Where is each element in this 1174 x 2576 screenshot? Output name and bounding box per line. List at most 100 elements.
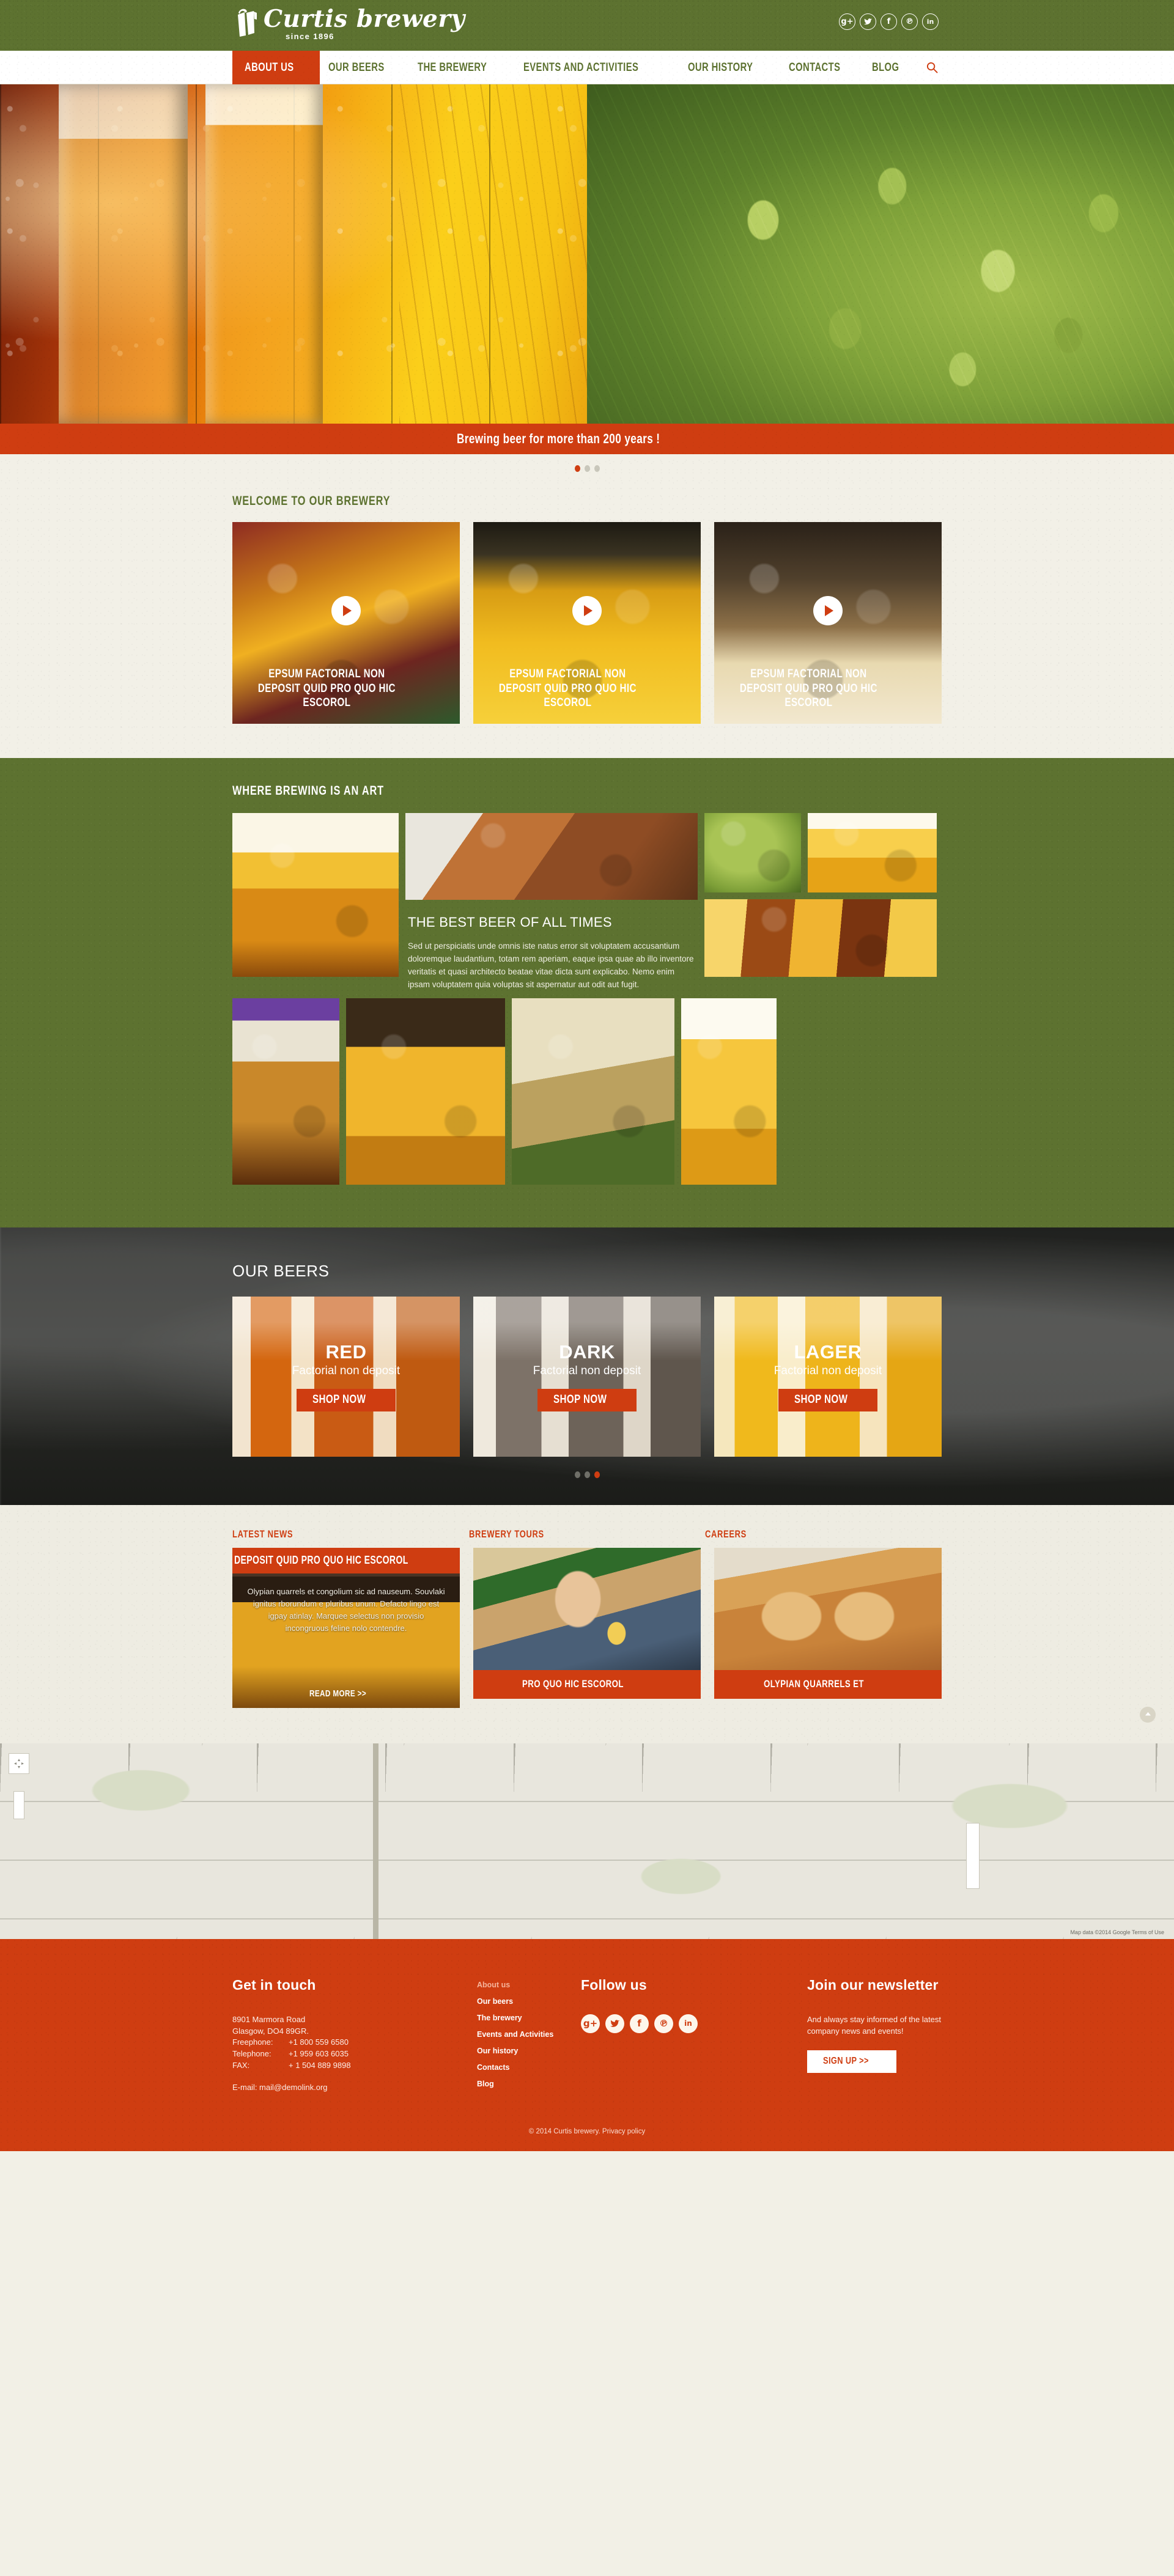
nav-item-about-us[interactable]: ABOUT US	[232, 51, 320, 84]
hero-slider[interactable]	[0, 84, 1174, 424]
beers-dot-1[interactable]	[574, 1471, 580, 1478]
footer-link-our-beers[interactable]: Our beers	[477, 1997, 581, 2006]
nav-item-our-beers[interactable]: OUR BEERS	[320, 51, 408, 84]
gallery-image-brewing-tanks[interactable]	[405, 813, 698, 900]
hero-dot-3[interactable]	[594, 465, 600, 472]
art-text-block: THE BEST BEER OF ALL TIMES Sed ut perspi…	[405, 900, 698, 992]
beer-mugs-logo-icon	[238, 9, 257, 37]
copyright-text: © 2014 Curtis brewery.	[528, 2127, 600, 2135]
copyright-bar: © 2014 Curtis brewery. Privacy policy	[232, 2096, 942, 2151]
beers-dot-2[interactable]	[584, 1471, 590, 1478]
gallery-image-lager[interactable]	[808, 813, 937, 892]
shop-now-button[interactable]: SHOP NOW	[297, 1389, 396, 1412]
footer-newsletter-title: Join our newsletter	[807, 1976, 939, 1993]
twitter-icon[interactable]	[605, 2014, 624, 2033]
shop-now-button[interactable]: SHOP NOW	[778, 1389, 877, 1412]
search-icon[interactable]	[926, 51, 942, 84]
gallery-image-two-glasses[interactable]	[346, 998, 505, 1185]
address-line-1: 8901 Marmora Road	[232, 2014, 306, 2024]
logo-subtitle: since 1896	[286, 32, 334, 41]
map-pan-control[interactable]	[9, 1753, 29, 1774]
linkedin-icon[interactable]: in	[679, 2014, 698, 2033]
footer-menu-column: About us Our beers The brewery Events an…	[477, 1977, 581, 2096]
site-logo[interactable]: Curtis brewery since 1896	[235, 6, 465, 40]
footer-link-blog[interactable]: Blog	[477, 2080, 581, 2088]
footer-link-the-brewery[interactable]: The brewery	[477, 2014, 581, 2022]
back-to-top-icon[interactable]	[1140, 1706, 1156, 1723]
video-card[interactable]: EPSUM FACTORIAL NON DEPOSIT QUID PRO QUO…	[714, 522, 942, 724]
video-caption: EPSUM FACTORIAL NON DEPOSIT QUID PRO QUO…	[257, 667, 396, 710]
beers-dot-3[interactable]	[594, 1471, 600, 1478]
beer-card-dark[interactable]: DARK Factorial non deposit SHOP NOW	[473, 1296, 701, 1457]
read-more-link[interactable]: READ MORE >>	[232, 1688, 460, 1699]
footer-link-contacts[interactable]: Contacts	[477, 2063, 581, 2072]
footer-email[interactable]: E-mail: mail@demolink.org	[232, 2083, 477, 2092]
gallery-image-hops[interactable]	[704, 813, 801, 892]
beer-name: RED	[325, 1341, 367, 1363]
brewing-art-section: WHERE BREWING IS AN ART THE BEST BEER OF…	[0, 758, 1174, 1227]
main-navigation: ABOUT US OUR BEERS THE BREWERY EVENTS AN…	[0, 51, 1174, 84]
careers-caption: OLYPIAN QUARRELS ET	[714, 1669, 942, 1699]
shop-now-button[interactable]: SHOP NOW	[537, 1389, 637, 1412]
play-icon[interactable]	[813, 596, 843, 626]
brewery-tours-card[interactable]: PRO QUO HIC ESCOROL	[473, 1547, 701, 1708]
sign-up-button[interactable]: SIGN UP >>	[807, 2050, 896, 2074]
map-zoom-control-left[interactable]	[13, 1790, 24, 1819]
footer-follow-column: Follow us g+ f ℗ in	[581, 1977, 807, 2096]
facebook-icon[interactable]: f	[630, 2014, 649, 2033]
nav-item-the-brewery[interactable]: THE BREWERY	[409, 51, 515, 84]
fax-label: FAX:	[232, 2061, 250, 2070]
latest-news-heading: LATEST NEWS	[232, 1528, 294, 1540]
telephone-value: +1 959 603 6035	[289, 2049, 349, 2059]
footer-newsletter-column: Join our newsletter And always stay info…	[807, 1977, 942, 2096]
linkedin-icon[interactable]: in	[922, 13, 939, 30]
beer-subtitle: Factorial non deposit	[533, 1364, 641, 1378]
map-zoom-slider[interactable]	[966, 1822, 980, 1889]
site-footer: Get in touch 8901 Marmora Road Glasgow, …	[0, 1938, 1174, 2151]
privacy-policy-link[interactable]: Privacy policy	[602, 2128, 645, 2135]
hero-dot-1[interactable]	[574, 465, 580, 472]
art-heading: THE BEST BEER OF ALL TIMES	[408, 914, 612, 930]
our-beers-section: OUR BEERS RED Factorial non deposit SHOP…	[0, 1227, 1174, 1505]
latest-news-card[interactable]: DEPOSIT QUID PRO QUO HIC ESCOROL Olypian…	[232, 1547, 460, 1708]
beer-card-row: RED Factorial non deposit SHOP NOW DARK …	[232, 1296, 942, 1457]
footer-menu-title[interactable]: About us	[477, 1981, 581, 1989]
hero-slider-dots	[0, 454, 1174, 472]
gallery-image-tall-mug[interactable]	[681, 998, 777, 1185]
video-card[interactable]: EPSUM FACTORIAL NON DEPOSIT QUID PRO QUO…	[232, 522, 460, 724]
hero-dot-2[interactable]	[584, 465, 590, 472]
footer-link-our-history[interactable]: Our history	[477, 2047, 581, 2055]
facebook-icon[interactable]: f	[880, 13, 897, 30]
googleplus-icon[interactable]: g+	[581, 2014, 600, 2033]
art-section-title: WHERE BREWING IS AN ART	[232, 784, 384, 798]
gallery-image-pour[interactable]	[232, 998, 339, 1185]
fax-value: + 1 504 889 9898	[289, 2061, 351, 2070]
play-icon[interactable]	[331, 596, 361, 626]
twitter-icon[interactable]	[860, 13, 876, 30]
play-icon[interactable]	[572, 596, 602, 626]
pinterest-icon[interactable]: ℗	[654, 2014, 673, 2033]
news-tours-careers-section: LATEST NEWS BREWERY TOURS CAREERS DEPOSI…	[0, 1504, 1174, 1743]
footer-link-events-and-activities[interactable]: Events and Activities	[477, 2030, 581, 2039]
gallery-image-beer-flight[interactable]	[704, 899, 937, 977]
welcome-section: WELCOME TO OUR BREWERY EPSUM FACTORIAL N…	[0, 472, 1174, 758]
nav-item-blog[interactable]: BLOG	[863, 51, 915, 84]
beer-card-red[interactable]: RED Factorial non deposit SHOP NOW	[232, 1296, 460, 1457]
news-card-text: Olypian quarrels et congolium sic ad nau…	[247, 1586, 445, 1633]
location-map[interactable]: Map data ©2014 Google Terms of Use	[0, 1743, 1174, 1939]
hero-caption-text: Brewing beer for more than 200 years !	[456, 431, 660, 446]
beer-card-lager[interactable]: LAGER Factorial non deposit SHOP NOW	[714, 1296, 942, 1457]
nav-item-our-history[interactable]: OUR HISTORY	[679, 51, 780, 84]
welcome-video-row: EPSUM FACTORIAL NON DEPOSIT QUID PRO QUO…	[232, 522, 942, 724]
gallery-image-mug[interactable]	[232, 813, 399, 977]
careers-card[interactable]: OLYPIAN QUARRELS ET	[714, 1547, 942, 1708]
video-card[interactable]: EPSUM FACTORIAL NON DEPOSIT QUID PRO QUO…	[473, 522, 701, 724]
gallery-image-barley[interactable]	[512, 998, 674, 1185]
beer-name: LAGER	[794, 1341, 862, 1363]
hero-pager-area	[0, 454, 1174, 472]
pinterest-icon[interactable]: ℗	[901, 13, 918, 30]
nav-item-contacts[interactable]: CONTACTS	[780, 51, 863, 84]
nav-item-events-and-activities[interactable]: EVENTS AND ACTIVITIES	[515, 51, 679, 84]
our-beers-title: OUR BEERS	[232, 1261, 330, 1280]
googleplus-icon[interactable]: g+	[839, 13, 855, 30]
